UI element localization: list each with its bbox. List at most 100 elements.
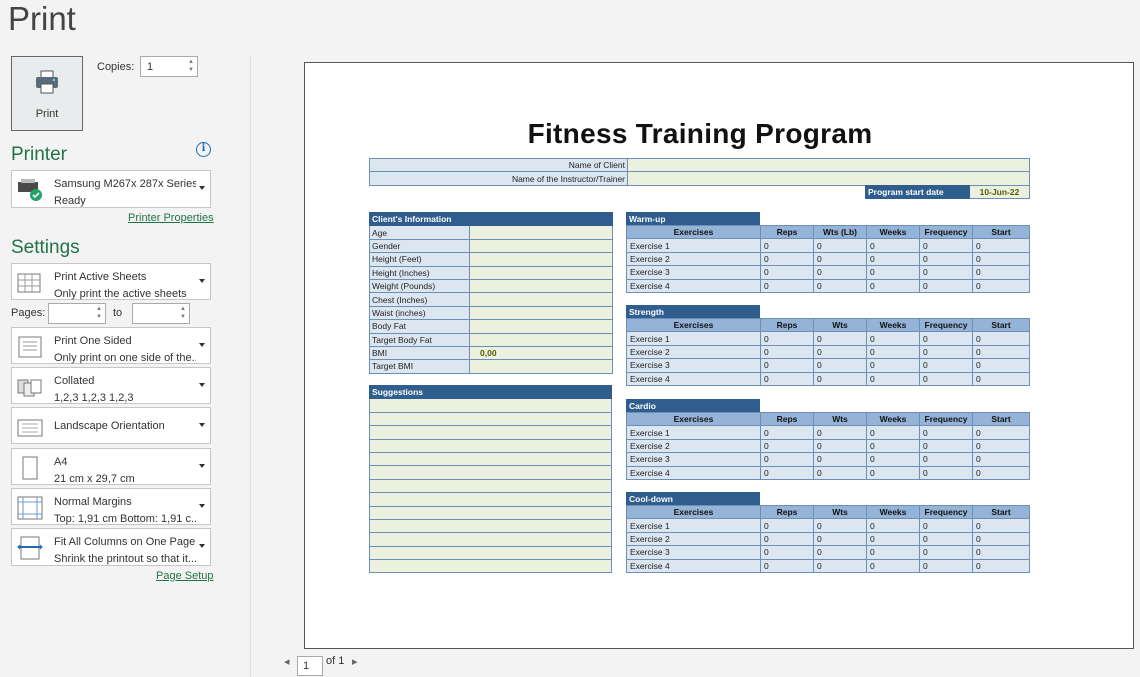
client-info-value[interactable] bbox=[469, 332, 613, 347]
exercise-value[interactable]: 0 bbox=[760, 518, 814, 533]
exercise-value[interactable]: 0 bbox=[813, 371, 867, 386]
exercise-value[interactable]: 0 bbox=[919, 545, 973, 560]
exercise-value[interactable]: 0 bbox=[813, 251, 867, 267]
printer-dropdown[interactable]: Samsung M267x 287x Series... Ready bbox=[11, 170, 211, 208]
exercise-value[interactable]: 0 bbox=[866, 452, 920, 467]
suggestion-row[interactable] bbox=[369, 505, 612, 520]
exercise-value[interactable]: 0 bbox=[972, 438, 1030, 454]
exercise-value[interactable]: 0 bbox=[813, 358, 867, 373]
printer-properties-link[interactable]: Printer Properties bbox=[128, 212, 214, 224]
exercise-value[interactable]: 0 bbox=[866, 438, 920, 454]
suggestion-row[interactable] bbox=[369, 545, 612, 561]
exercise-value[interactable]: 0 bbox=[813, 518, 867, 533]
exercise-value[interactable]: 0 bbox=[760, 465, 814, 480]
pages-from-input[interactable]: ▲ ▼ bbox=[48, 303, 106, 324]
suggestion-row[interactable] bbox=[369, 398, 612, 413]
exercise-value[interactable]: 0 bbox=[972, 331, 1030, 346]
paper-size-dropdown[interactable]: A4 21 cm x 29,7 cm bbox=[11, 448, 211, 485]
exercise-value[interactable]: 0 bbox=[813, 558, 867, 573]
exercise-value[interactable]: 0 bbox=[813, 425, 867, 440]
client-info-value[interactable] bbox=[469, 319, 613, 334]
exercise-value[interactable]: 0 bbox=[972, 238, 1030, 253]
suggestion-row[interactable] bbox=[369, 518, 612, 534]
exercise-value[interactable]: 0 bbox=[760, 531, 814, 547]
client-info-value[interactable] bbox=[469, 359, 613, 374]
start-date-value[interactable]: 10-Jun-22 bbox=[969, 184, 1030, 200]
exercise-value[interactable]: 0 bbox=[813, 331, 867, 346]
exercise-value[interactable]: 0 bbox=[972, 251, 1030, 267]
client-info-value[interactable] bbox=[469, 238, 613, 254]
exercise-value[interactable]: 0 bbox=[972, 425, 1030, 440]
exercise-value[interactable]: 0 bbox=[919, 251, 973, 267]
exercise-value[interactable]: 0 bbox=[813, 238, 867, 253]
exercise-value[interactable]: 0 bbox=[760, 425, 814, 440]
exercise-value[interactable]: 0 bbox=[813, 452, 867, 467]
instructor-cell[interactable] bbox=[627, 171, 1030, 186]
exercise-value[interactable]: 0 bbox=[866, 251, 920, 267]
exercise-value[interactable]: 0 bbox=[972, 452, 1030, 467]
copies-spinner[interactable]: ▲ ▼ bbox=[188, 58, 194, 74]
suggestion-row[interactable] bbox=[369, 465, 612, 480]
suggestion-row[interactable] bbox=[369, 559, 612, 574]
print-what-dropdown[interactable]: Print Active Sheets Only print the activ… bbox=[11, 263, 211, 300]
pages-to-input[interactable]: ▲ ▼ bbox=[132, 303, 190, 324]
suggestion-row[interactable] bbox=[369, 425, 612, 440]
exercise-value[interactable]: 0 bbox=[866, 331, 920, 346]
exercise-value[interactable]: 0 bbox=[866, 278, 920, 293]
client-info-value[interactable]: 0,00 bbox=[469, 345, 613, 361]
exercise-value[interactable]: 0 bbox=[760, 265, 814, 280]
exercise-value[interactable]: 0 bbox=[760, 438, 814, 454]
suggestion-row[interactable] bbox=[369, 478, 612, 494]
exercise-value[interactable]: 0 bbox=[866, 518, 920, 533]
exercise-value[interactable]: 0 bbox=[866, 358, 920, 373]
exercise-value[interactable]: 0 bbox=[866, 265, 920, 280]
suggestion-row[interactable] bbox=[369, 492, 612, 507]
exercise-value[interactable]: 0 bbox=[972, 531, 1030, 547]
exercise-value[interactable]: 0 bbox=[972, 278, 1030, 293]
client-info-value[interactable] bbox=[469, 305, 613, 321]
exercise-value[interactable]: 0 bbox=[760, 278, 814, 293]
exercise-value[interactable]: 0 bbox=[760, 452, 814, 467]
exercise-value[interactable]: 0 bbox=[972, 465, 1030, 480]
exercise-value[interactable]: 0 bbox=[760, 558, 814, 573]
scaling-dropdown[interactable]: Fit All Columns on One Page Shrink the p… bbox=[11, 528, 211, 566]
client-name-cell[interactable] bbox=[627, 157, 1030, 173]
exercise-value[interactable]: 0 bbox=[866, 558, 920, 573]
exercise-value[interactable]: 0 bbox=[919, 452, 973, 467]
exercise-value[interactable]: 0 bbox=[972, 558, 1030, 573]
orientation-dropdown[interactable]: Landscape Orientation bbox=[11, 407, 211, 444]
exercise-value[interactable]: 0 bbox=[813, 438, 867, 454]
exercise-value[interactable]: 0 bbox=[919, 278, 973, 293]
exercise-value[interactable]: 0 bbox=[972, 265, 1030, 280]
suggestion-row[interactable] bbox=[369, 451, 612, 467]
client-info-value[interactable] bbox=[469, 278, 613, 294]
exercise-value[interactable]: 0 bbox=[760, 344, 814, 360]
exercise-value[interactable]: 0 bbox=[919, 558, 973, 573]
client-info-value[interactable] bbox=[469, 252, 613, 267]
exercise-value[interactable]: 0 bbox=[813, 344, 867, 360]
exercise-value[interactable]: 0 bbox=[919, 425, 973, 440]
exercise-value[interactable]: 0 bbox=[866, 344, 920, 360]
exercise-value[interactable]: 0 bbox=[919, 518, 973, 533]
exercise-value[interactable]: 0 bbox=[866, 545, 920, 560]
exercise-value[interactable]: 0 bbox=[919, 344, 973, 360]
exercise-value[interactable]: 0 bbox=[919, 371, 973, 386]
exercise-value[interactable]: 0 bbox=[919, 265, 973, 280]
exercise-value[interactable]: 0 bbox=[972, 545, 1030, 560]
info-icon[interactable]: i bbox=[196, 142, 211, 157]
exercise-value[interactable]: 0 bbox=[760, 251, 814, 267]
exercise-value[interactable]: 0 bbox=[866, 238, 920, 253]
next-page-icon[interactable]: ▸ bbox=[352, 655, 358, 668]
copies-input[interactable]: 1 ▲ ▼ bbox=[140, 56, 198, 77]
collate-dropdown[interactable]: Collated 1,2,3 1,2,3 1,2,3 bbox=[11, 367, 211, 404]
page-number-input[interactable]: 1 bbox=[297, 656, 323, 676]
exercise-value[interactable]: 0 bbox=[919, 238, 973, 253]
exercise-value[interactable]: 0 bbox=[866, 371, 920, 386]
exercise-value[interactable]: 0 bbox=[919, 331, 973, 346]
client-info-value[interactable] bbox=[469, 292, 613, 307]
exercise-value[interactable]: 0 bbox=[760, 371, 814, 386]
client-info-value[interactable] bbox=[469, 265, 613, 280]
print-button[interactable]: Print bbox=[11, 56, 83, 131]
suggestion-row[interactable] bbox=[369, 438, 612, 453]
exercise-value[interactable]: 0 bbox=[919, 465, 973, 480]
